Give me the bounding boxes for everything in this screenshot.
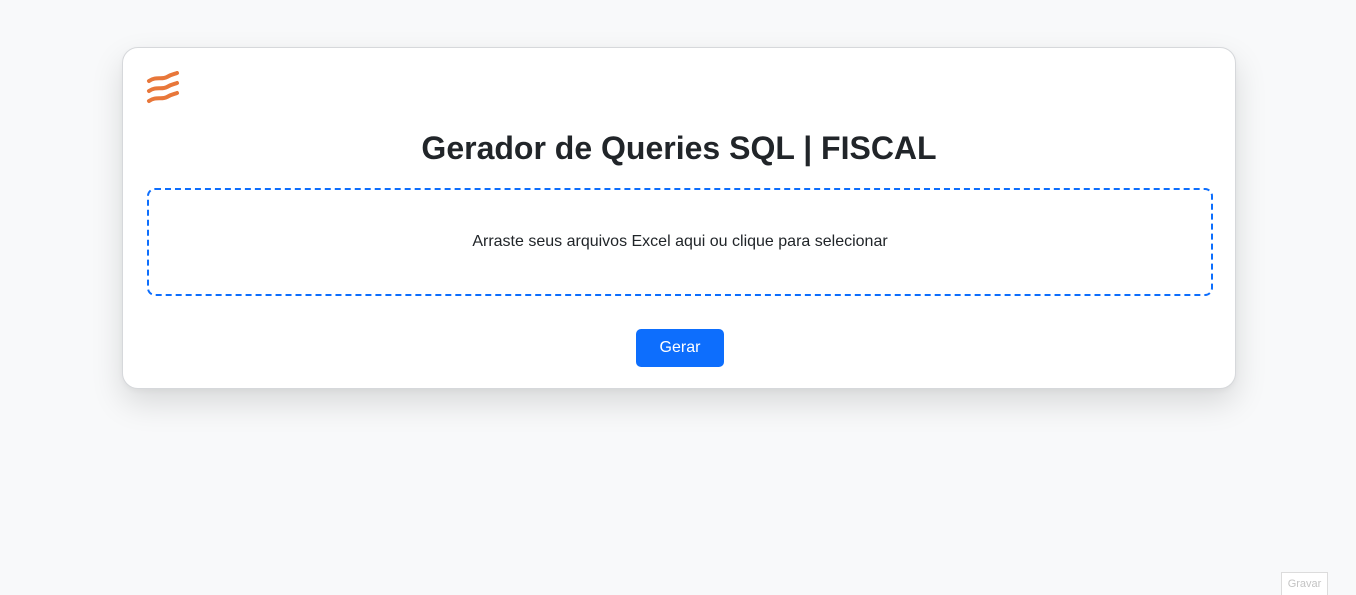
record-button[interactable]: Gravar — [1281, 572, 1328, 595]
page-title: Gerador de Queries SQL | FISCAL — [421, 130, 937, 166]
generate-button[interactable]: Gerar — [636, 329, 724, 367]
wave-lines-icon — [146, 71, 180, 107]
page: Gerador de Queries SQL | FISCAL Arraste … — [0, 0, 1356, 595]
main-card: Gerador de Queries SQL | FISCAL Arraste … — [122, 47, 1236, 389]
file-dropzone[interactable]: Arraste seus arquivos Excel aqui ou cliq… — [147, 188, 1213, 296]
dropzone-text: Arraste seus arquivos Excel aqui ou cliq… — [472, 233, 888, 250]
